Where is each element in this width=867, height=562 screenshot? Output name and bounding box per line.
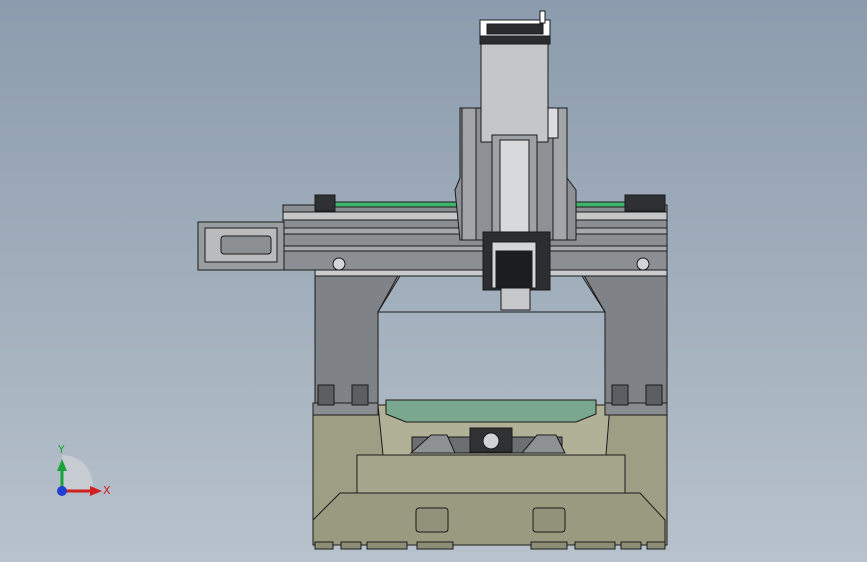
x-axis-beam [197, 194, 668, 271]
axis-label-y: Y [58, 443, 65, 456]
machine-base [312, 404, 668, 550]
graphics-viewport[interactable]: Y X [0, 0, 867, 562]
cnc-gantry-model[interactable] [0, 0, 867, 562]
coordinate-triad-icon[interactable]: Y X [40, 435, 130, 515]
triad-axes-icon [57, 454, 102, 496]
axis-label-x: X [103, 484, 111, 497]
